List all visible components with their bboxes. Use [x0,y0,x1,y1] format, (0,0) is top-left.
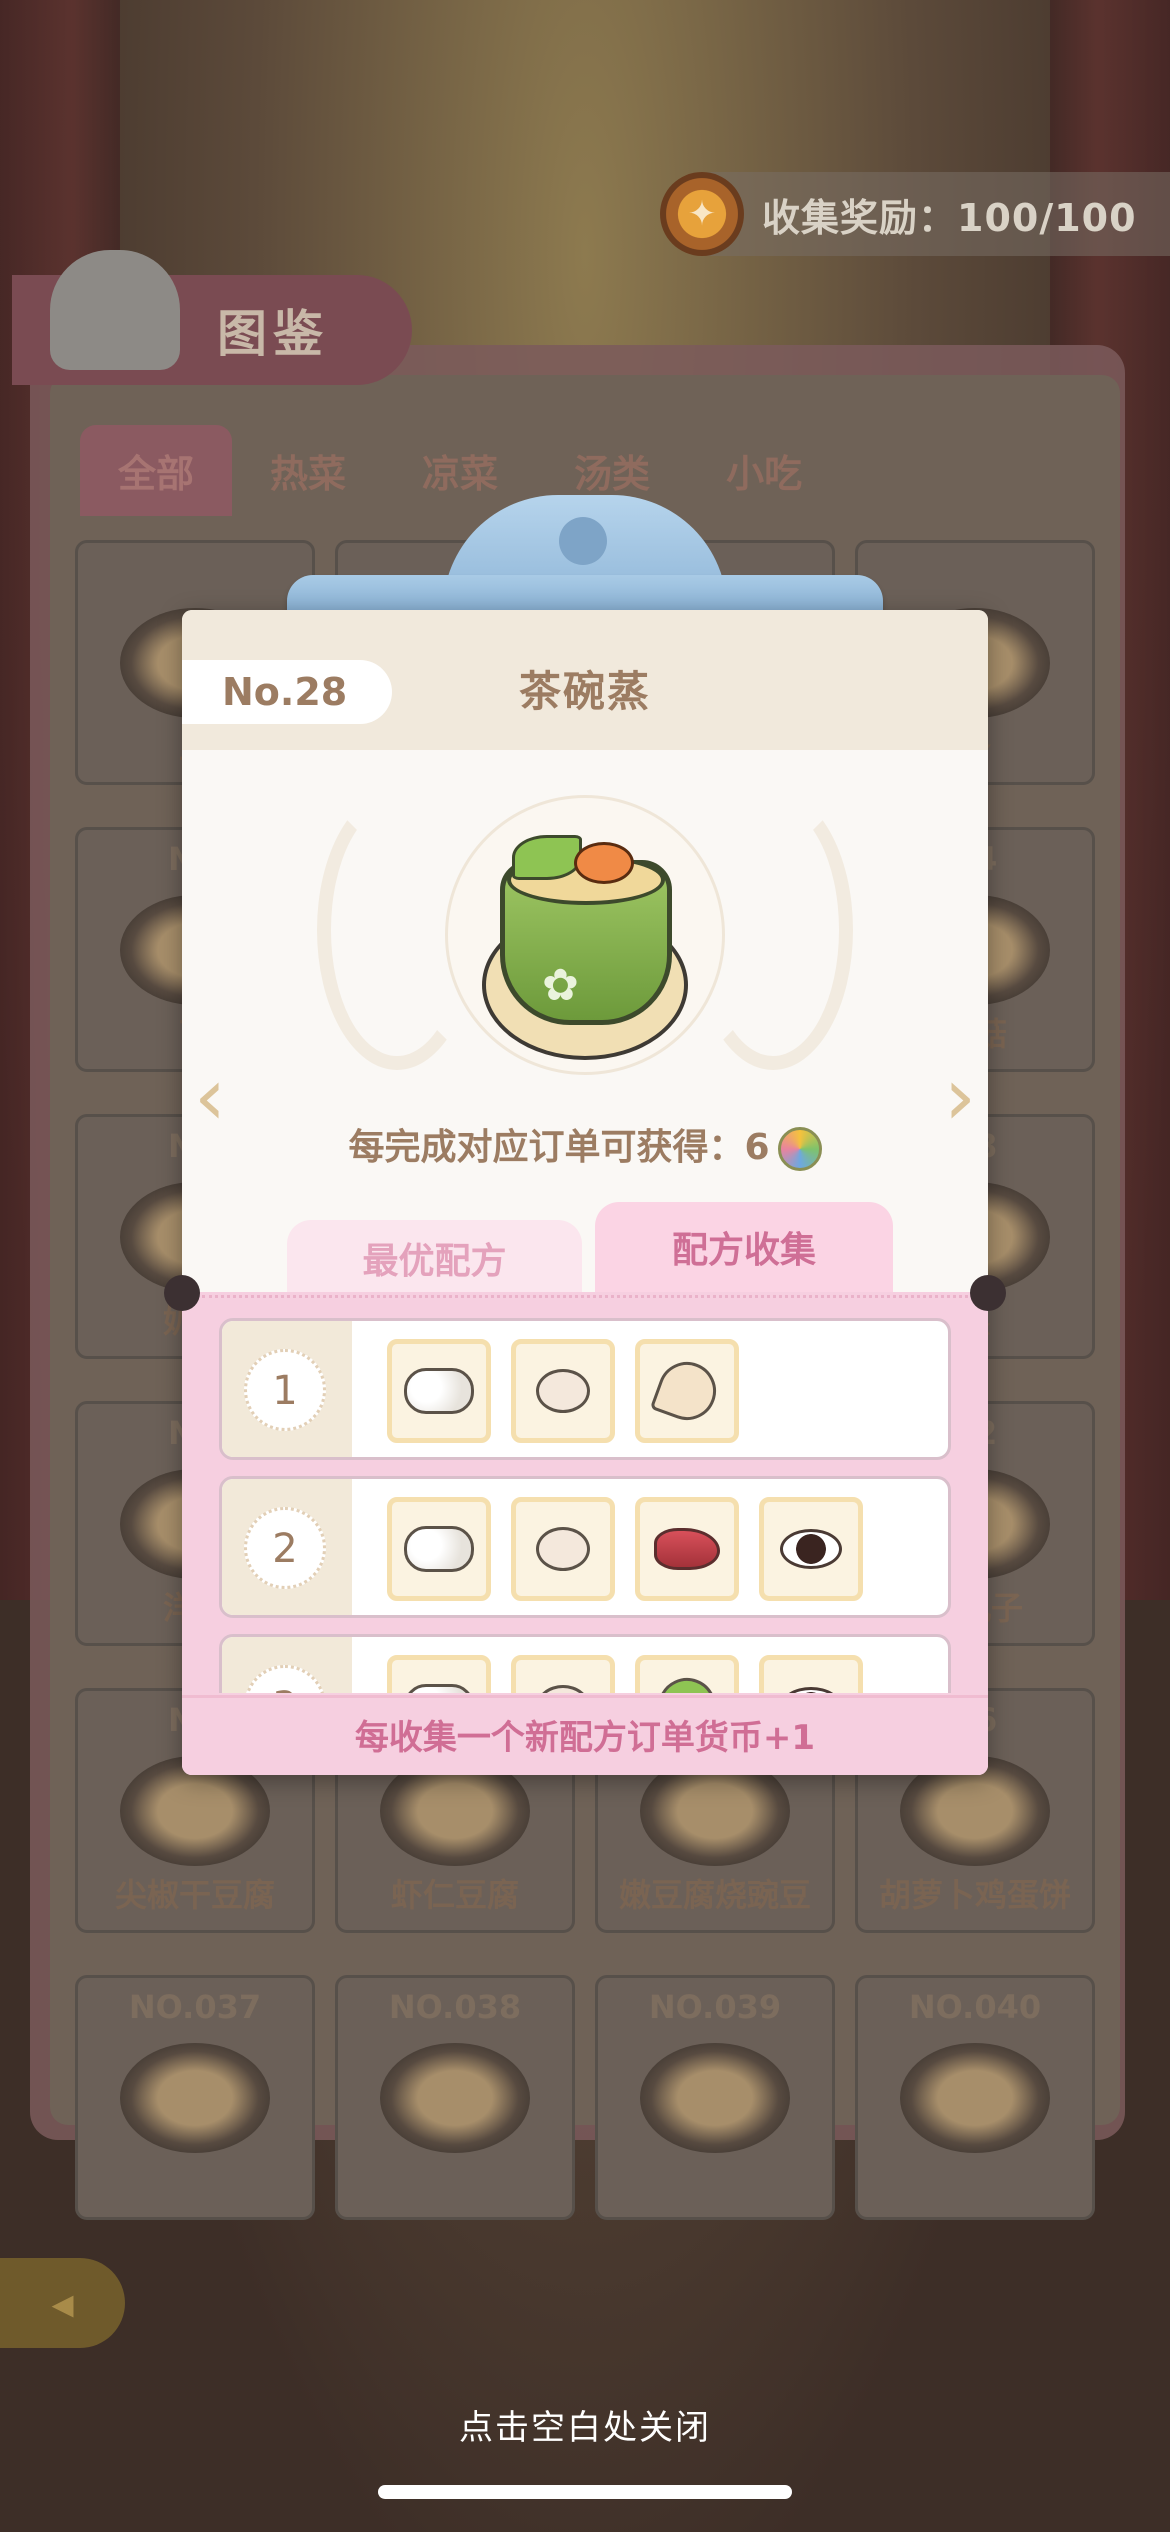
ticket-notch-right [970,1275,1006,1311]
tab-recipe-collection[interactable]: 配方收集 [595,1202,893,1300]
shrimp-ingredient-icon [511,1655,615,1693]
order-reward-text: 每完成对应订单可获得：6 [182,1118,988,1171]
sauce-ingredient-icon [759,1497,863,1601]
dish-card-name: 虾仁豆腐 [390,1876,519,1914]
dish-card[interactable]: NO.038 [335,1975,575,2220]
recipe-index: 3 [244,1665,326,1693]
dish-card-name: 嫩豆腐烧豌豆 [618,1876,811,1914]
dish-card-number: NO.037 [128,1988,262,2026]
tab-optimal-recipe[interactable]: 最优配方 [287,1220,582,1300]
tap-to-close-hint[interactable]: 点击空白处关闭 [0,2400,1170,2449]
drumstick-ingredient-icon [635,1339,739,1443]
book-title: 图鉴 [217,305,329,363]
recipe-row-1[interactable]: 1 [219,1318,951,1460]
home-indicator[interactable] [378,2485,792,2499]
ingredient-list [387,1339,739,1443]
order-reward-label: 每完成对应订单可获得：6 [348,1127,770,1168]
recipe-index: 1 [244,1349,326,1431]
ticket-perforation [202,1295,968,1298]
dish-card-number: NO.038 [388,1988,522,2026]
shrimp-ingredient-icon [511,1497,615,1601]
dish-card-name: 胡萝卜鸡蛋饼 [878,1876,1071,1914]
collection-reward-label: 收集奖励：100/100 [762,195,1137,240]
recipe-row-3[interactable]: 3 [219,1634,951,1693]
recipe-row-2[interactable]: 2 [219,1476,951,1618]
dish-thumbnail [120,2043,270,2153]
ingredient-list [387,1497,863,1601]
collection-bonus-note: 每收集一个新配方订单货币+1 [182,1695,988,1775]
recipe-list[interactable]: 1 2 3 [219,1318,951,1693]
egg-ingredient-icon [387,1497,491,1601]
back-button[interactable]: ◂ [0,2258,125,2348]
dish-thumbnail [900,2043,1050,2153]
collection-reward-bar[interactable]: ✦ 收集奖励：100/100 [660,172,1170,256]
egg-ingredient-icon [387,1339,491,1443]
ingredient-list [387,1655,863,1693]
meat-ingredient-icon [635,1497,739,1601]
order-coin-icon [777,1127,822,1171]
popup-header: No.28 茶碗蒸 [182,610,988,750]
dish-card[interactable]: NO.037 [75,1975,315,2220]
dish-card[interactable]: NO.039 [595,1975,835,2220]
clip-hole [559,517,607,565]
egg-ingredient-icon [387,1655,491,1693]
dish-card-number: NO.039 [648,1988,782,2026]
dish-thumbnail [380,2043,530,2153]
tab-all[interactable]: 全部 [80,424,233,516]
gift-icon: ✦ [660,172,744,256]
recipe-index: 2 [244,1507,326,1589]
sauce-ingredient-icon [759,1655,863,1693]
ticket-notch-left [164,1275,200,1311]
dish-detail-popup: No.28 茶碗蒸 ✿ ‹ › 每完成对应订单可获得：6 最优配方 配方收集 1 [164,610,1006,1775]
vegetable-ingredient-icon [635,1655,739,1693]
back-arrow-icon: ◂ [51,2277,74,2329]
chef-hat-icon [50,250,180,370]
dish-thumbnail [640,2043,790,2153]
dish-title: 茶碗蒸 [518,667,651,716]
dish-card-name: 尖椒干豆腐 [114,1876,275,1914]
shrimp-ingredient-icon [511,1339,615,1443]
dish-card-number: NO.040 [908,1988,1042,2026]
dish-card[interactable]: NO.040 [855,1975,1095,2220]
